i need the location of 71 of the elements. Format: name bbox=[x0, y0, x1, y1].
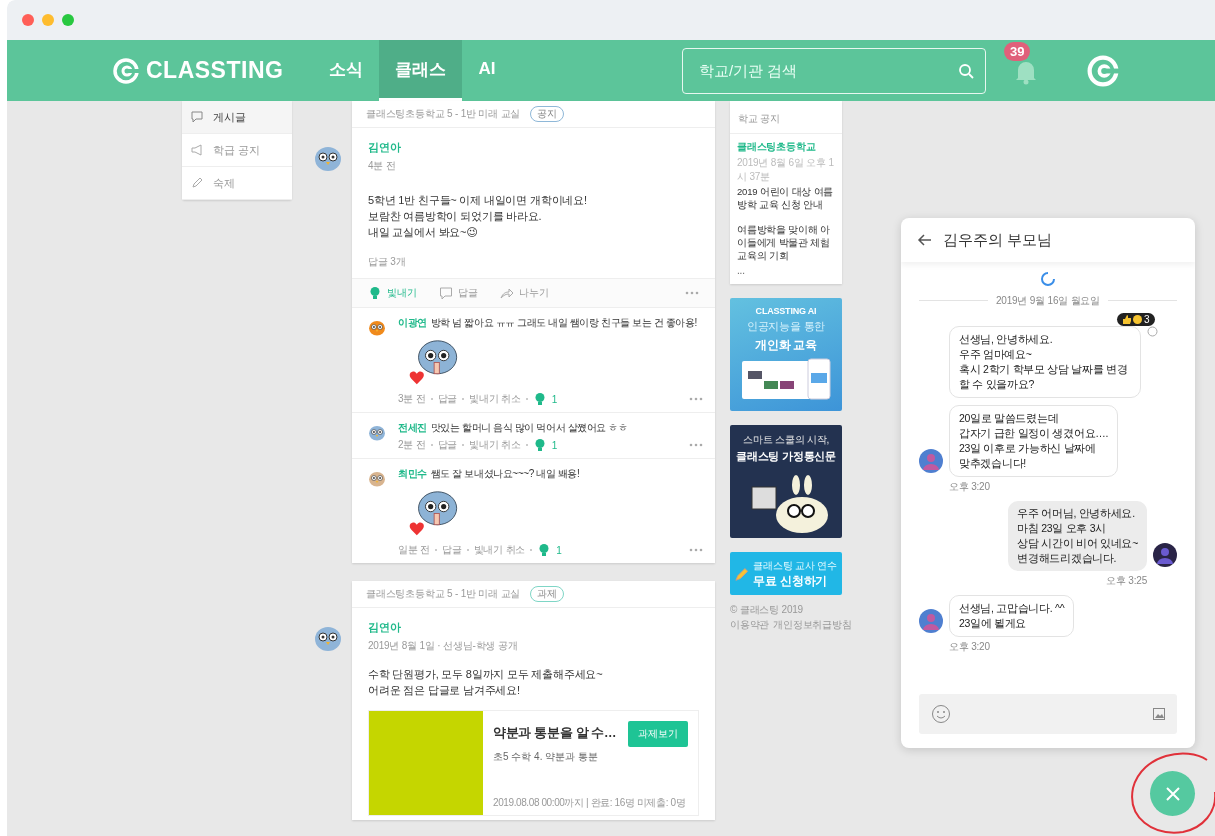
notice-excerpt: 여름방학을 맞이해 아이들에게 박물관 체험 교육의 기회 bbox=[737, 224, 832, 263]
chat-message: 선생님, 고맙습니다. ^^ 23일에 뵐게요 bbox=[949, 595, 1075, 637]
reply-link[interactable]: 답글 bbox=[437, 392, 458, 406]
banner-text: 클래스팅 교사 연수 bbox=[753, 558, 837, 573]
unlike-link[interactable]: 빛내기 취소 bbox=[469, 392, 521, 406]
author-name[interactable]: 김연아 bbox=[368, 140, 699, 154]
nav-tab[interactable]: 소식 bbox=[313, 40, 380, 101]
message-time: 오후 3:20 bbox=[949, 480, 990, 494]
banner-title: 클래스팅 가정통신문 bbox=[736, 450, 836, 464]
notification-count-badge: 39 bbox=[1004, 42, 1031, 61]
classroom-name: 클래스팅초등학교 5 - 1반 미래 교실 bbox=[366, 107, 521, 121]
footer-link[interactable]: 이용약관 bbox=[730, 619, 770, 632]
reaction-bubble[interactable]: 3 bbox=[1117, 313, 1155, 326]
ai-banner[interactable]: CLASSTING AI 인공지능을 통한 개인화 교육 bbox=[730, 298, 842, 411]
notice-title: 2019 어린이 대상 여름방학 교육 신청 안내 bbox=[737, 186, 835, 212]
message-time: 오후 3:20 bbox=[949, 640, 990, 654]
notice-date: 2019년 8월 6일 오후 1시 37분 bbox=[737, 156, 835, 184]
assignment-deadline: 2019.08.08 00:00까지 | 완료: 16명 미제출: 0명 bbox=[493, 797, 686, 808]
post-meta: 2019년 8월 1일 · 선생님-학생 공개 bbox=[368, 640, 518, 651]
reply-count[interactable]: 답글 3개 bbox=[368, 256, 406, 267]
post-action-button[interactable]: 답글 bbox=[439, 286, 478, 300]
training-banner[interactable]: 클래스팅 교사 연수 무료 신청하기 bbox=[730, 552, 842, 595]
copyright-text: © 클래스팅 2019 bbox=[730, 603, 804, 617]
assignment-subject: 초5 수학 4. 약분과 통분 bbox=[493, 750, 599, 764]
assignment-title: 약분과 통분을 알 수… bbox=[493, 725, 618, 742]
comment-text: 전세진 맛있는 할머니 음식 많이 먹어서 살쪘어요 ㅎㅎ bbox=[398, 421, 629, 435]
ellipsis-text: ... bbox=[737, 265, 746, 276]
chat-title: 김우주의 부모님 bbox=[943, 230, 1053, 250]
sidebar-item[interactable]: 학급 공지 bbox=[182, 134, 292, 167]
sidebar-item[interactable]: 숙제 bbox=[182, 167, 292, 200]
post-action-button[interactable]: 나누기 bbox=[500, 286, 549, 300]
post-text: 수학 단원평가, 모두 8일까지 모두 제출해주세요~ 어려운 점은 답글로 남겨주세요! bbox=[368, 667, 604, 698]
unlike-link[interactable]: 빛내기 취소 bbox=[473, 543, 526, 557]
school-name: 클래스팅초등학교 bbox=[737, 141, 817, 154]
view-assignment-button[interactable]: 과제보기 bbox=[628, 721, 688, 747]
school-notice-card[interactable]: 학교 공지 클래스팅초등학교 2019년 8월 6일 오후 1시 37분 2019 어린이 대상 여름방학 교육 신청 안내 여름방학을 맞이해 아이들에게 박물관 체험 교육의 기회 ... bbox=[730, 101, 842, 284]
classroom-name: 클래스팅초등학교 5 - 1반 미래 교실 bbox=[366, 587, 521, 601]
chat-message: 선생님, 안녕하세요. 우주 엄마예요~ 혹시 2학기 학부모 상담 날짜를 변경할 수 있을까요? bbox=[949, 326, 1141, 398]
chat-message: 우주 어머님, 안녕하세요. 마침 23일 오후 3시 상담 시간이 비어 있네요~ 변경해드리겠습니다. bbox=[1008, 501, 1147, 571]
like-count: 1 bbox=[551, 439, 558, 451]
brand-logo-text: CLASSTING bbox=[146, 57, 284, 84]
banner-brand: CLASSTING AI bbox=[755, 306, 817, 316]
reaction-count: 3 bbox=[1144, 314, 1150, 325]
comment-time: 일분 전 bbox=[398, 543, 430, 557]
search-field[interactable]: 학교/기관 검색 bbox=[682, 47, 986, 94]
footer-link[interactable]: 개인정보취급방침 bbox=[773, 619, 852, 632]
like-count: 1 bbox=[551, 393, 558, 405]
chat-message: 20일로 말씀드렸는데 갑자기 급한 일정이 생겼어요…. 23일 이후로 가능하신 날짜에 맞추겠습니다! bbox=[949, 405, 1119, 477]
sidebar-item[interactable]: 게시글 bbox=[182, 101, 292, 134]
message-time: 오후 3:25 bbox=[1106, 574, 1147, 588]
comment-text: 이광연 방학 넘 짧아요 ㅠㅠ 그래도 내일 쌤이랑 친구들 보는 건 좋아용! bbox=[398, 316, 698, 330]
banner-title: 무료 신청하기 bbox=[753, 573, 829, 589]
notice-heading: 학교 공지 bbox=[738, 113, 780, 124]
nav-tab[interactable]: AI bbox=[462, 40, 512, 101]
banner-title: 개인화 교육 bbox=[754, 337, 818, 354]
chat-date: 2019년 9월 16일 월요일 bbox=[995, 293, 1101, 308]
post-action-button[interactable]: 빛내기 bbox=[368, 286, 417, 300]
like-count: 1 bbox=[556, 544, 562, 556]
post-text: 5학년 1반 친구들~ 이제 내일이면 개학이네요! 보람찬 여름방학이 되었기를 바라요. 내일 교실에서 봐요~😉 bbox=[368, 193, 588, 240]
reply-link[interactable]: 답글 bbox=[442, 543, 462, 557]
reply-link[interactable]: 답글 bbox=[437, 438, 458, 452]
author-name[interactable]: 김연아 bbox=[368, 620, 699, 634]
post-meta: 4분 전 bbox=[368, 160, 396, 171]
newsletter-banner[interactable]: 스마트 스쿨의 시작, 클래스팅 가정통신문 bbox=[730, 425, 842, 538]
banner-text: 스마트 스쿨의 시작, bbox=[742, 433, 830, 447]
banner-text: 인공지능을 통한 bbox=[746, 319, 826, 334]
comment-text: 최민수 쌤도 잘 보내셨나요~~~? 내일 봬용! bbox=[398, 467, 581, 481]
comment-time: 3분 전 bbox=[398, 392, 426, 406]
nav-tab[interactable]: 클래스 bbox=[379, 40, 463, 101]
comment-time: 2분 전 bbox=[398, 438, 426, 452]
unlike-link[interactable]: 빛내기 취소 bbox=[469, 438, 521, 452]
